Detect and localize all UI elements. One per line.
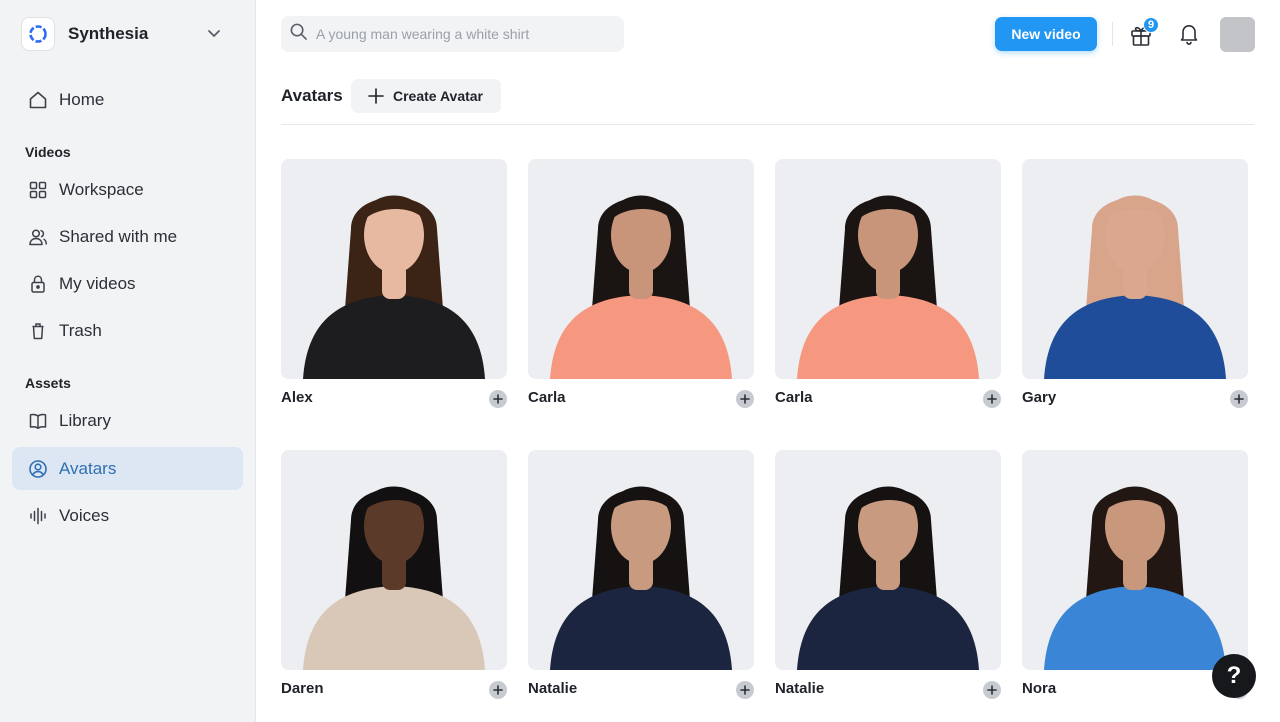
add-avatar-button[interactable] bbox=[736, 390, 754, 408]
sidebar-item-label: Home bbox=[59, 89, 105, 109]
plus-icon bbox=[493, 685, 503, 695]
plus-icon bbox=[1234, 394, 1244, 404]
section-label-assets: Assets bbox=[25, 375, 71, 391]
avatar-portrait bbox=[281, 159, 507, 379]
bell-icon[interactable] bbox=[1177, 21, 1201, 47]
avatar-portrait bbox=[1022, 450, 1248, 670]
page-title: Avatars bbox=[281, 86, 343, 105]
avatar-thumbnail[interactable] bbox=[281, 159, 507, 379]
add-avatar-button[interactable] bbox=[489, 681, 507, 699]
avatar-name: Natalie bbox=[775, 680, 825, 697]
avatar-name: Nora bbox=[1022, 680, 1057, 697]
avatar-card[interactable]: Daren bbox=[281, 450, 507, 699]
create-avatar-button[interactable]: Create Avatar bbox=[351, 79, 501, 113]
sidebar: Synthesia Home Videos Workspace Shared w… bbox=[0, 0, 256, 722]
avatar-card[interactable]: Natalie bbox=[775, 450, 1001, 699]
add-avatar-button[interactable] bbox=[489, 390, 507, 408]
avatar-portrait bbox=[1022, 159, 1248, 379]
sidebar-item-label: Shared with me bbox=[59, 226, 178, 246]
help-button[interactable]: ? bbox=[1212, 654, 1256, 698]
sidebar-item-label: Workspace bbox=[59, 179, 144, 199]
avatar-portrait bbox=[775, 159, 1001, 379]
plus-icon bbox=[740, 394, 750, 404]
avatar-name: Daren bbox=[281, 680, 324, 697]
search-input[interactable] bbox=[316, 26, 606, 42]
plus-icon bbox=[740, 685, 750, 695]
avatar-card[interactable]: Nora bbox=[1022, 450, 1248, 699]
avatar-portrait bbox=[775, 450, 1001, 670]
plus-icon bbox=[987, 685, 997, 695]
sidebar-item-label: Voices bbox=[59, 505, 110, 525]
avatar-card[interactable]: Carla bbox=[775, 159, 1001, 408]
avatar-card[interactable]: Natalie bbox=[528, 450, 754, 699]
avatar-portrait bbox=[528, 159, 754, 379]
avatar-name: Carla bbox=[528, 389, 566, 406]
divider bbox=[1112, 22, 1113, 46]
create-avatar-label: Create Avatar bbox=[393, 88, 484, 104]
workspace-switcher[interactable]: Synthesia bbox=[21, 17, 235, 51]
sidebar-item-home[interactable]: Home bbox=[12, 78, 243, 121]
search-icon bbox=[289, 22, 308, 46]
book-icon bbox=[27, 410, 49, 432]
user-avatar[interactable] bbox=[1220, 17, 1255, 52]
plus-icon bbox=[987, 394, 997, 404]
avatar-icon bbox=[27, 458, 49, 480]
sidebar-item-my-videos[interactable]: My videos bbox=[12, 262, 243, 305]
sidebar-item-trash[interactable]: Trash bbox=[12, 309, 243, 352]
chevron-down-icon[interactable] bbox=[207, 26, 221, 45]
users-icon bbox=[27, 226, 49, 248]
add-avatar-button[interactable] bbox=[983, 390, 1001, 408]
trash-icon bbox=[27, 320, 49, 342]
sidebar-item-voices[interactable]: Voices bbox=[12, 494, 243, 537]
sidebar-item-library[interactable]: Library bbox=[12, 399, 243, 442]
sidebar-item-label: Library bbox=[59, 410, 111, 430]
new-video-button[interactable]: New video bbox=[995, 17, 1097, 51]
sidebar-item-label: Avatars bbox=[59, 458, 117, 478]
search-bar[interactable] bbox=[281, 16, 624, 52]
add-avatar-button[interactable] bbox=[983, 681, 1001, 699]
divider bbox=[281, 124, 1254, 125]
waveform-icon bbox=[27, 505, 49, 527]
avatar-thumbnail[interactable] bbox=[775, 159, 1001, 379]
avatar-portrait bbox=[528, 450, 754, 670]
avatar-card[interactable]: Gary bbox=[1022, 159, 1248, 408]
sidebar-item-label: Trash bbox=[59, 320, 102, 340]
lock-icon bbox=[27, 273, 49, 295]
plus-icon bbox=[367, 87, 385, 105]
avatar-thumbnail[interactable] bbox=[1022, 159, 1248, 379]
avatar-card[interactable]: Alex bbox=[281, 159, 507, 408]
grid-icon bbox=[27, 179, 49, 201]
sidebar-item-workspace[interactable]: Workspace bbox=[12, 168, 243, 211]
avatar-thumbnail[interactable] bbox=[528, 159, 754, 379]
sidebar-item-avatars[interactable]: Avatars bbox=[12, 447, 243, 490]
avatar-thumbnail[interactable] bbox=[528, 450, 754, 670]
avatar-portrait bbox=[281, 450, 507, 670]
avatar-name: Gary bbox=[1022, 389, 1057, 406]
synthesia-logo-icon bbox=[21, 17, 55, 51]
notification-count-badge: 9 bbox=[1143, 17, 1159, 33]
avatar-name: Alex bbox=[281, 389, 313, 406]
sidebar-item-shared[interactable]: Shared with me bbox=[12, 215, 243, 258]
add-avatar-button[interactable] bbox=[1230, 390, 1248, 408]
workspace-name: Synthesia bbox=[68, 24, 149, 43]
sidebar-item-label: My videos bbox=[59, 273, 136, 293]
plus-icon bbox=[493, 394, 503, 404]
avatar-thumbnail[interactable] bbox=[775, 450, 1001, 670]
avatar-thumbnail[interactable] bbox=[281, 450, 507, 670]
home-icon bbox=[27, 89, 49, 111]
avatar-name: Carla bbox=[775, 389, 813, 406]
avatar-name: Natalie bbox=[528, 680, 578, 697]
avatar-thumbnail[interactable] bbox=[1022, 450, 1248, 670]
add-avatar-button[interactable] bbox=[736, 681, 754, 699]
section-label-videos: Videos bbox=[25, 144, 71, 160]
avatar-card[interactable]: Carla bbox=[528, 159, 754, 408]
